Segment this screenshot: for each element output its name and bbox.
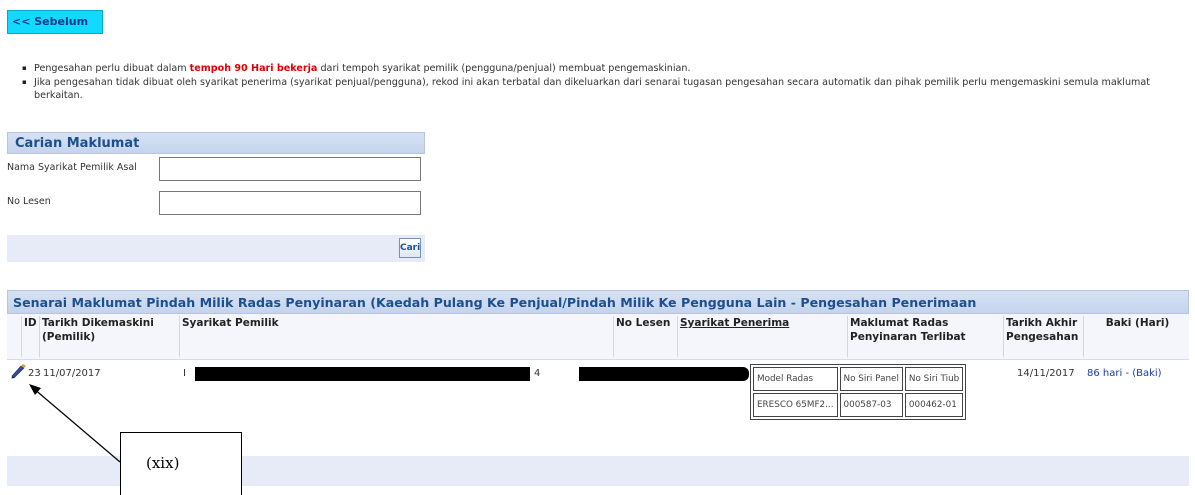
redaction-bar xyxy=(579,367,749,381)
radas-header-tiub: No Siri Tiub xyxy=(904,367,964,391)
company-name-input[interactable] xyxy=(159,157,421,181)
pencil-edit-icon[interactable] xyxy=(11,363,27,379)
list-title: Senarai Maklumat Pindah Milik Radas Peny… xyxy=(7,290,1189,314)
row-no-lesen: 4 xyxy=(534,368,541,379)
radas-table: Model Radas No Siri Panel No Siri Tiub E… xyxy=(750,364,967,420)
back-button[interactable]: << Sebelum xyxy=(7,10,103,34)
callout-box: (xix) xyxy=(120,432,242,495)
search-row-license: No Lesen xyxy=(7,188,425,222)
redaction-bar xyxy=(195,367,530,381)
header-maklumat-radas: Maklumat Radas Penyinaran Terlibat xyxy=(847,316,1003,357)
search-button[interactable]: Cari xyxy=(399,238,421,258)
deadline-highlight: tempoh 90 Hari bekerja xyxy=(189,63,318,74)
search-footer: Cari xyxy=(7,235,425,262)
header-no-lesen: No Lesen xyxy=(613,316,677,357)
radas-header-panel: No Siri Panel xyxy=(839,367,903,391)
header-id: ID xyxy=(21,316,39,357)
header-tarikh: Tarikh Dikemaskini (Pemilik) xyxy=(39,316,179,357)
header-syarikat-pemilik: Syarikat Pemilik xyxy=(179,316,613,357)
search-panel: Carian Maklumat Nama Syarikat Pemilik As… xyxy=(7,132,425,262)
row-tarikh-akhir: 14/11/2017 xyxy=(1017,368,1075,379)
license-label: No Lesen xyxy=(7,196,51,207)
row-baki: 86 hari - (Baki) xyxy=(1087,368,1162,379)
radas-header-model: Model Radas xyxy=(753,367,838,391)
license-input[interactable] xyxy=(159,191,421,215)
table-header: ID Tarikh Dikemaskini (Pemilik) Syarikat… xyxy=(7,314,1189,360)
search-row-company: Nama Syarikat Pemilik Asal xyxy=(7,154,425,188)
header-tarikh-akhir: Tarikh Akhir Pengesahan xyxy=(1003,316,1083,357)
callout-label: (xix) xyxy=(146,454,180,472)
company-name-label: Nama Syarikat Pemilik Asal xyxy=(7,162,137,173)
table-row: 23 11/07/2017 I 4 Model Radas No Siri Pa… xyxy=(7,360,1189,436)
radas-value-panel: 000587-03 xyxy=(839,393,903,417)
header-baki: Baki (Hari) xyxy=(1083,316,1189,357)
row-tarikh: 11/07/2017 xyxy=(43,368,101,379)
radas-value-model: ERESCO 65MF2... xyxy=(753,393,838,417)
instruction-notes: Pengesahan perlu dibuat dalam tempoh 90 … xyxy=(20,62,1190,103)
radas-value-tiub: 000462-01 xyxy=(904,393,964,417)
header-syarikat-penerima[interactable]: Syarikat Penerima xyxy=(677,316,847,357)
row-syarikat-pemilik: I xyxy=(183,368,186,379)
search-title: Carian Maklumat xyxy=(7,132,425,154)
row-id: 23 xyxy=(28,368,41,379)
note-item: Jika pengesahan tidak dibuat oleh syarik… xyxy=(22,76,1190,102)
note-item: Pengesahan perlu dibuat dalam tempoh 90 … xyxy=(22,62,1190,75)
